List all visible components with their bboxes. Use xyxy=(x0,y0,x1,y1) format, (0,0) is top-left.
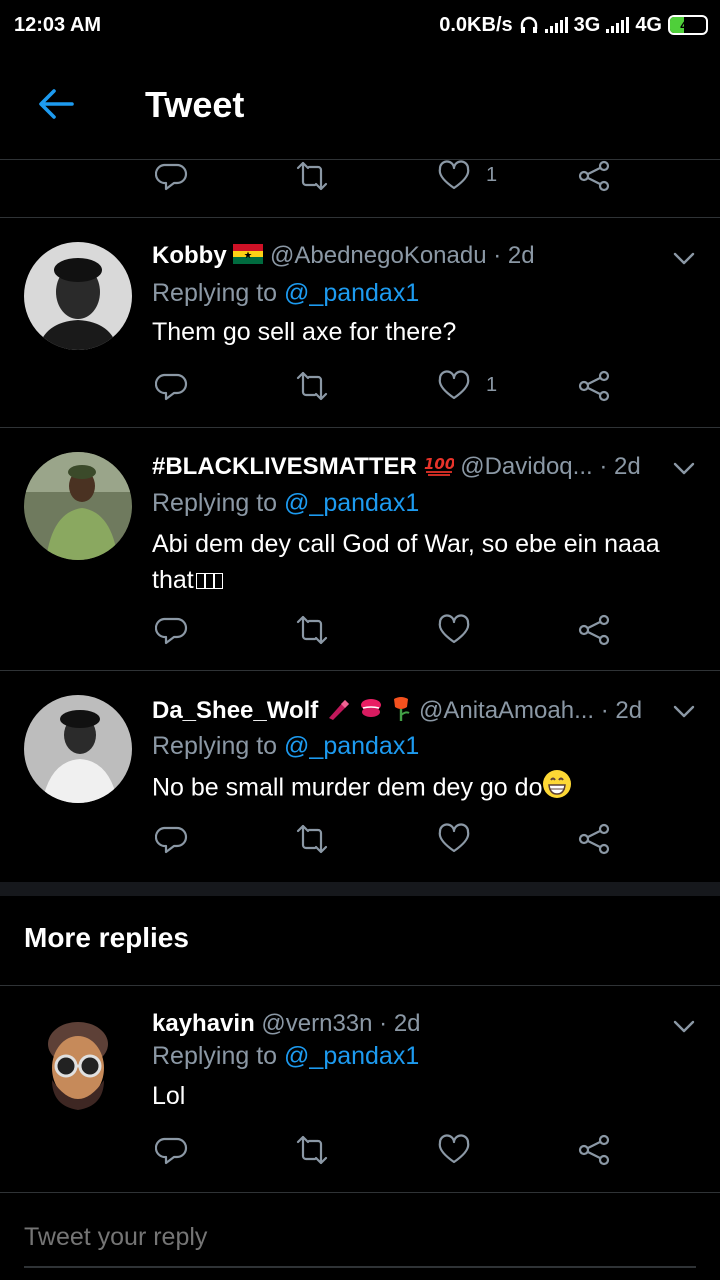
replying-to: Replying to @_pandax1 xyxy=(152,732,419,761)
tweet-actions: 1 xyxy=(150,158,620,198)
reply-icon[interactable] xyxy=(154,1132,190,1168)
replying-to: Replying to @_pandax1 xyxy=(152,489,419,518)
network-3g-label: 3G xyxy=(573,13,601,36)
tweet-actions xyxy=(150,612,620,652)
like-count: 1 xyxy=(486,374,498,396)
missing-glyph-icon xyxy=(195,563,224,599)
display-name[interactable]: kayhavin xyxy=(152,1010,255,1037)
tweet-header: #BLACKLIVESMATTER 100 @Davidoq... · 2d xyxy=(152,452,652,483)
more-replies-heading: More replies xyxy=(24,922,189,953)
share-icon[interactable] xyxy=(576,821,612,857)
heart-icon[interactable] xyxy=(436,821,472,857)
tweet-time: · 2d xyxy=(493,242,535,269)
reply-tweet[interactable]: kayhavin @vern33n · 2d Replying to @_pan… xyxy=(0,986,720,1192)
share-icon[interactable] xyxy=(576,1132,612,1168)
avatar[interactable] xyxy=(24,1010,132,1118)
chevron-down-icon[interactable] xyxy=(670,244,698,272)
tweet-text: No be small murder dem dey go do xyxy=(152,769,692,809)
tweet-header: Kobby @AbednegoKonadu · 2d xyxy=(152,242,652,271)
mention-link[interactable]: @_pandax1 xyxy=(284,1042,419,1070)
avatar[interactable] xyxy=(24,695,132,803)
tweet-actions xyxy=(150,1132,620,1172)
reply-tweet[interactable]: Da_Shee_Wolf @AnitaAmoah... · 2d Replyin… xyxy=(0,671,720,882)
reply-icon[interactable] xyxy=(154,158,190,194)
heart-icon[interactable] xyxy=(436,612,472,648)
retweet-icon[interactable] xyxy=(294,612,330,648)
heart-icon[interactable] xyxy=(436,368,472,404)
heart-icon[interactable] xyxy=(436,158,472,194)
replying-to: Replying to @_pandax1 xyxy=(152,1042,419,1071)
tweet-text: Lol xyxy=(152,1082,186,1110)
tweet-time: · 2d xyxy=(600,696,643,724)
tweet-header: Da_Shee_Wolf @AnitaAmoah... · 2d xyxy=(152,695,652,728)
net-speed: 0.0KB/s xyxy=(439,13,513,36)
tweet-text: Them go sell axe for there? xyxy=(152,318,457,346)
chevron-down-icon[interactable] xyxy=(670,454,698,482)
app-header: Tweet xyxy=(0,50,720,160)
tweet-time: · 2d xyxy=(379,1010,421,1037)
retweet-icon[interactable] xyxy=(294,158,330,194)
replying-label: Replying to xyxy=(152,279,278,307)
user-handle: @AbednegoKonadu xyxy=(270,242,487,269)
reply-icon[interactable] xyxy=(154,368,190,404)
signal-strength-icon xyxy=(606,17,630,33)
mention-link[interactable]: @_pandax1 xyxy=(284,489,419,517)
reply-tweet[interactable]: #BLACKLIVESMATTER 100 @Davidoq... · 2d R… xyxy=(0,428,720,671)
ghana-flag-icon xyxy=(233,243,264,271)
share-icon[interactable] xyxy=(576,158,612,194)
mention-link[interactable]: @_pandax1 xyxy=(284,279,419,307)
display-name[interactable]: Kobby xyxy=(152,242,227,269)
display-name[interactable]: #BLACKLIVESMATTER xyxy=(152,453,417,480)
reply-tweet[interactable]: Kobby @AbednegoKonadu · 2d Replying to @… xyxy=(0,218,720,428)
signal-strength-icon xyxy=(544,17,568,33)
heart-icon[interactable] xyxy=(436,1132,472,1168)
user-handle: @Davidoq... xyxy=(460,452,593,480)
display-name[interactable]: Da_Shee_Wolf xyxy=(152,697,318,724)
like-count: 1 xyxy=(486,164,498,186)
tweet-actions: 1 xyxy=(150,368,620,408)
user-handle: @AnitaAmoah... xyxy=(418,696,595,724)
chevron-down-icon[interactable] xyxy=(670,697,698,725)
replying-label: Replying to xyxy=(152,1042,278,1070)
tweet-text-body: No be small murder dem dey go do xyxy=(152,773,543,802)
replying-label: Replying to xyxy=(152,489,278,517)
grinning-face-icon xyxy=(542,769,572,809)
section-separator xyxy=(0,882,720,896)
network-4g-label: 4G xyxy=(635,13,662,36)
hundred-points-icon: 100 xyxy=(424,452,455,483)
status-indicators: 0.0KB/s 3G 4G 40 xyxy=(439,14,708,37)
replying-label: Replying to xyxy=(152,732,278,760)
tweet-text: Abi dem dey call God of War, so ebe ein … xyxy=(152,526,672,599)
tweet-actions xyxy=(150,821,620,861)
kiss-mark-icon xyxy=(358,696,384,727)
replying-to: Replying to @_pandax1 xyxy=(152,279,419,308)
avatar[interactable] xyxy=(24,452,132,560)
reply-input[interactable] xyxy=(24,1223,684,1252)
tulip-icon xyxy=(390,695,412,728)
tweet-text-body: Abi dem dey call God of War, so ebe ein … xyxy=(152,530,660,594)
battery-level: 40 xyxy=(680,17,696,33)
page-title: Tweet xyxy=(145,84,245,125)
share-icon[interactable] xyxy=(576,368,612,404)
mention-link[interactable]: @_pandax1 xyxy=(284,732,419,760)
reply-icon[interactable] xyxy=(154,612,190,648)
back-arrow-icon[interactable] xyxy=(36,86,76,122)
retweet-icon[interactable] xyxy=(294,1132,330,1168)
lipstick-icon xyxy=(325,696,351,727)
reply-underline xyxy=(24,1266,696,1268)
share-icon[interactable] xyxy=(576,612,612,648)
chevron-down-icon[interactable] xyxy=(670,1012,698,1040)
user-handle: @vern33n xyxy=(261,1010,373,1037)
battery-icon: 40 xyxy=(668,15,708,35)
reply-icon[interactable] xyxy=(154,821,190,857)
status-time: 12:03 AM xyxy=(14,13,102,36)
avatar[interactable] xyxy=(24,242,132,350)
headphones-icon xyxy=(520,16,537,33)
retweet-icon[interactable] xyxy=(294,821,330,857)
tweet-header: kayhavin @vern33n · 2d xyxy=(152,1010,652,1038)
status-bar: 12:03 AM 0.0KB/s 3G 4G 40 xyxy=(0,0,720,50)
tweet-time: · 2d xyxy=(599,452,641,480)
retweet-icon[interactable] xyxy=(294,368,330,404)
svg-text:100: 100 xyxy=(424,455,454,473)
